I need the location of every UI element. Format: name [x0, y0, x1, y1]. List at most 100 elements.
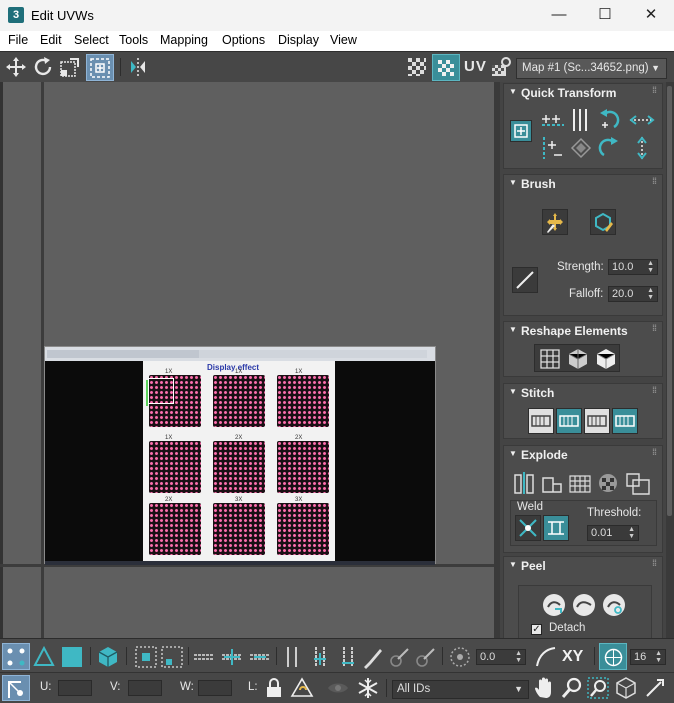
shrink-selection-icon[interactable] — [160, 645, 184, 669]
strength-spinner[interactable]: 10.0 ▲ ▼ — [608, 259, 658, 275]
pan-icon[interactable] — [533, 676, 557, 700]
rollout-header[interactable]: ▼ Quick Transform ⁞⁞ — [504, 84, 662, 102]
loop-grow-icon[interactable] — [220, 645, 244, 669]
align-horizontal-icon[interactable] — [540, 107, 566, 133]
material-id-dropdown[interactable]: All IDs ▼ — [392, 680, 529, 699]
element-mode-icon[interactable] — [96, 645, 120, 669]
menu-view[interactable]: View — [330, 33, 357, 47]
pelt-map-icon[interactable] — [571, 592, 597, 618]
v-field[interactable] — [128, 680, 162, 696]
scrollbar-thumb[interactable] — [667, 86, 672, 516]
minimize-button[interactable]: — — [536, 0, 582, 31]
uv-viewport[interactable]: Display effect 1X 1X 1X 1X 2X 2X 2X 3X 3… — [0, 82, 500, 638]
rotate-plus-90-icon[interactable] — [596, 135, 622, 161]
curve-icon[interactable] — [534, 645, 558, 669]
pixel-snap-button[interactable] — [599, 643, 627, 670]
checker-icon[interactable] — [405, 55, 429, 79]
soft-selection-icon[interactable] — [448, 645, 472, 669]
stitch-to-target-button[interactable] — [612, 408, 638, 434]
hide-icon[interactable] — [290, 676, 314, 700]
straighten-icon[interactable] — [568, 135, 594, 161]
map-select-dropdown[interactable]: Map #1 (Sc...34652.png) ▼ — [516, 58, 667, 79]
mirror-icon[interactable] — [126, 55, 150, 79]
break-icon[interactable] — [512, 470, 536, 496]
scale-icon[interactable] — [58, 55, 82, 79]
rotate-minus-90-icon[interactable] — [596, 107, 622, 133]
help-icon[interactable] — [643, 676, 667, 700]
freeform-mode-button[interactable] — [86, 54, 114, 81]
show-map-button[interactable] — [432, 54, 460, 81]
eye-icon[interactable] — [326, 676, 350, 700]
loop-shrink-icon[interactable] — [248, 645, 272, 669]
space-vertical-icon[interactable] — [628, 135, 656, 161]
u-field[interactable] — [58, 680, 92, 696]
flatten-checker-icon[interactable] — [596, 470, 620, 496]
maximize-button[interactable]: ☐ — [582, 0, 628, 31]
detach-checkbox[interactable]: ✓ — [531, 624, 542, 635]
detach-edge-icon[interactable] — [540, 470, 564, 496]
menu-display[interactable]: Display — [278, 33, 319, 47]
xy-axis-label[interactable]: XY — [562, 648, 583, 666]
paint-select-shrink-icon[interactable] — [414, 645, 438, 669]
reset-peel-icon[interactable] — [601, 592, 627, 618]
rollout-header[interactable]: ▼ Explode ⁞⁞ — [504, 446, 662, 464]
falloff-type-button[interactable] — [512, 267, 538, 293]
align-vertical-icon[interactable] — [568, 107, 594, 133]
close-button[interactable]: ✕ — [628, 0, 674, 31]
rollout-header[interactable]: ▼ Reshape Elements ⁞⁞ — [504, 322, 662, 340]
threshold-spinner[interactable]: 0.01 ▲ ▼ — [587, 525, 639, 541]
ring-select-icon[interactable] — [280, 645, 304, 669]
rollout-header[interactable]: ▼ Brush ⁞⁞ — [504, 175, 662, 193]
align-left-icon[interactable] — [540, 135, 566, 161]
lock-icon[interactable] — [262, 676, 286, 700]
straighten-cube-icon[interactable] — [593, 346, 619, 372]
w-field[interactable] — [198, 680, 232, 696]
settings-icon[interactable] — [489, 55, 513, 79]
rollout-header[interactable]: ▼ Stitch ⁞⁞ — [504, 384, 662, 402]
weld-selected-button[interactable] — [515, 515, 541, 541]
pixel-snap-spinner[interactable]: 16 ▲ ▼ — [630, 649, 666, 665]
menu-mapping[interactable]: Mapping — [160, 33, 208, 47]
stitch-average-button[interactable] — [584, 408, 610, 434]
stitch-to-source-button[interactable] — [556, 408, 582, 434]
uv-selection-box[interactable] — [148, 378, 174, 404]
ring-shrink-icon[interactable] — [336, 645, 360, 669]
flatten-grid-icon[interactable] — [568, 470, 592, 496]
relax-cube-icon[interactable] — [565, 346, 591, 372]
zoom-extents-icon[interactable] — [614, 676, 638, 700]
rotate-icon[interactable] — [31, 55, 55, 79]
menu-select[interactable]: Select — [74, 33, 109, 47]
grid-element-icon[interactable] — [537, 346, 563, 372]
move-icon[interactable] — [4, 55, 28, 79]
ring-grow-icon[interactable] — [308, 645, 332, 669]
space-horizontal-icon[interactable] — [628, 107, 656, 133]
quick-peel-icon[interactable] — [541, 592, 567, 618]
paint-move-button[interactable] — [542, 209, 568, 235]
edge-mode-icon[interactable] — [32, 645, 56, 669]
stitch-custom-button[interactable] — [528, 408, 554, 434]
paint-select-grow-icon[interactable] — [388, 645, 412, 669]
vertex-mode-button[interactable] — [2, 643, 30, 670]
align-to-edge-button[interactable] — [510, 120, 532, 142]
zoom-icon[interactable] — [560, 676, 584, 700]
panel-scrollbar[interactable] — [666, 82, 674, 638]
loop-select-icon[interactable] — [192, 645, 216, 669]
menu-options[interactable]: Options — [222, 33, 265, 47]
grow-selection-icon[interactable] — [134, 645, 158, 669]
menu-tools[interactable]: Tools — [119, 33, 148, 47]
absolute-offset-button[interactable] — [2, 675, 30, 701]
uv-axis-label[interactable]: UV — [464, 58, 487, 75]
menu-edit[interactable]: Edit — [40, 33, 62, 47]
falloff-spinner[interactable]: 20.0 ▲ ▼ — [608, 286, 658, 302]
polygon-mode-icon[interactable] — [60, 645, 84, 669]
flatten-by-smoothing-icon[interactable] — [624, 470, 652, 496]
relax-brush-button[interactable] — [590, 209, 616, 235]
menu-file[interactable]: File — [8, 33, 28, 47]
angle-spinner[interactable]: 0.0 ▲ ▼ — [476, 649, 526, 665]
freeform-icon — [90, 58, 110, 78]
zoom-region-icon[interactable] — [586, 676, 610, 700]
freeze-icon[interactable] — [356, 676, 380, 700]
rollout-header[interactable]: ▼ Peel ⁞⁞ — [504, 557, 662, 575]
weld-target-button[interactable] — [543, 515, 569, 541]
paint-select-icon[interactable] — [360, 645, 384, 669]
